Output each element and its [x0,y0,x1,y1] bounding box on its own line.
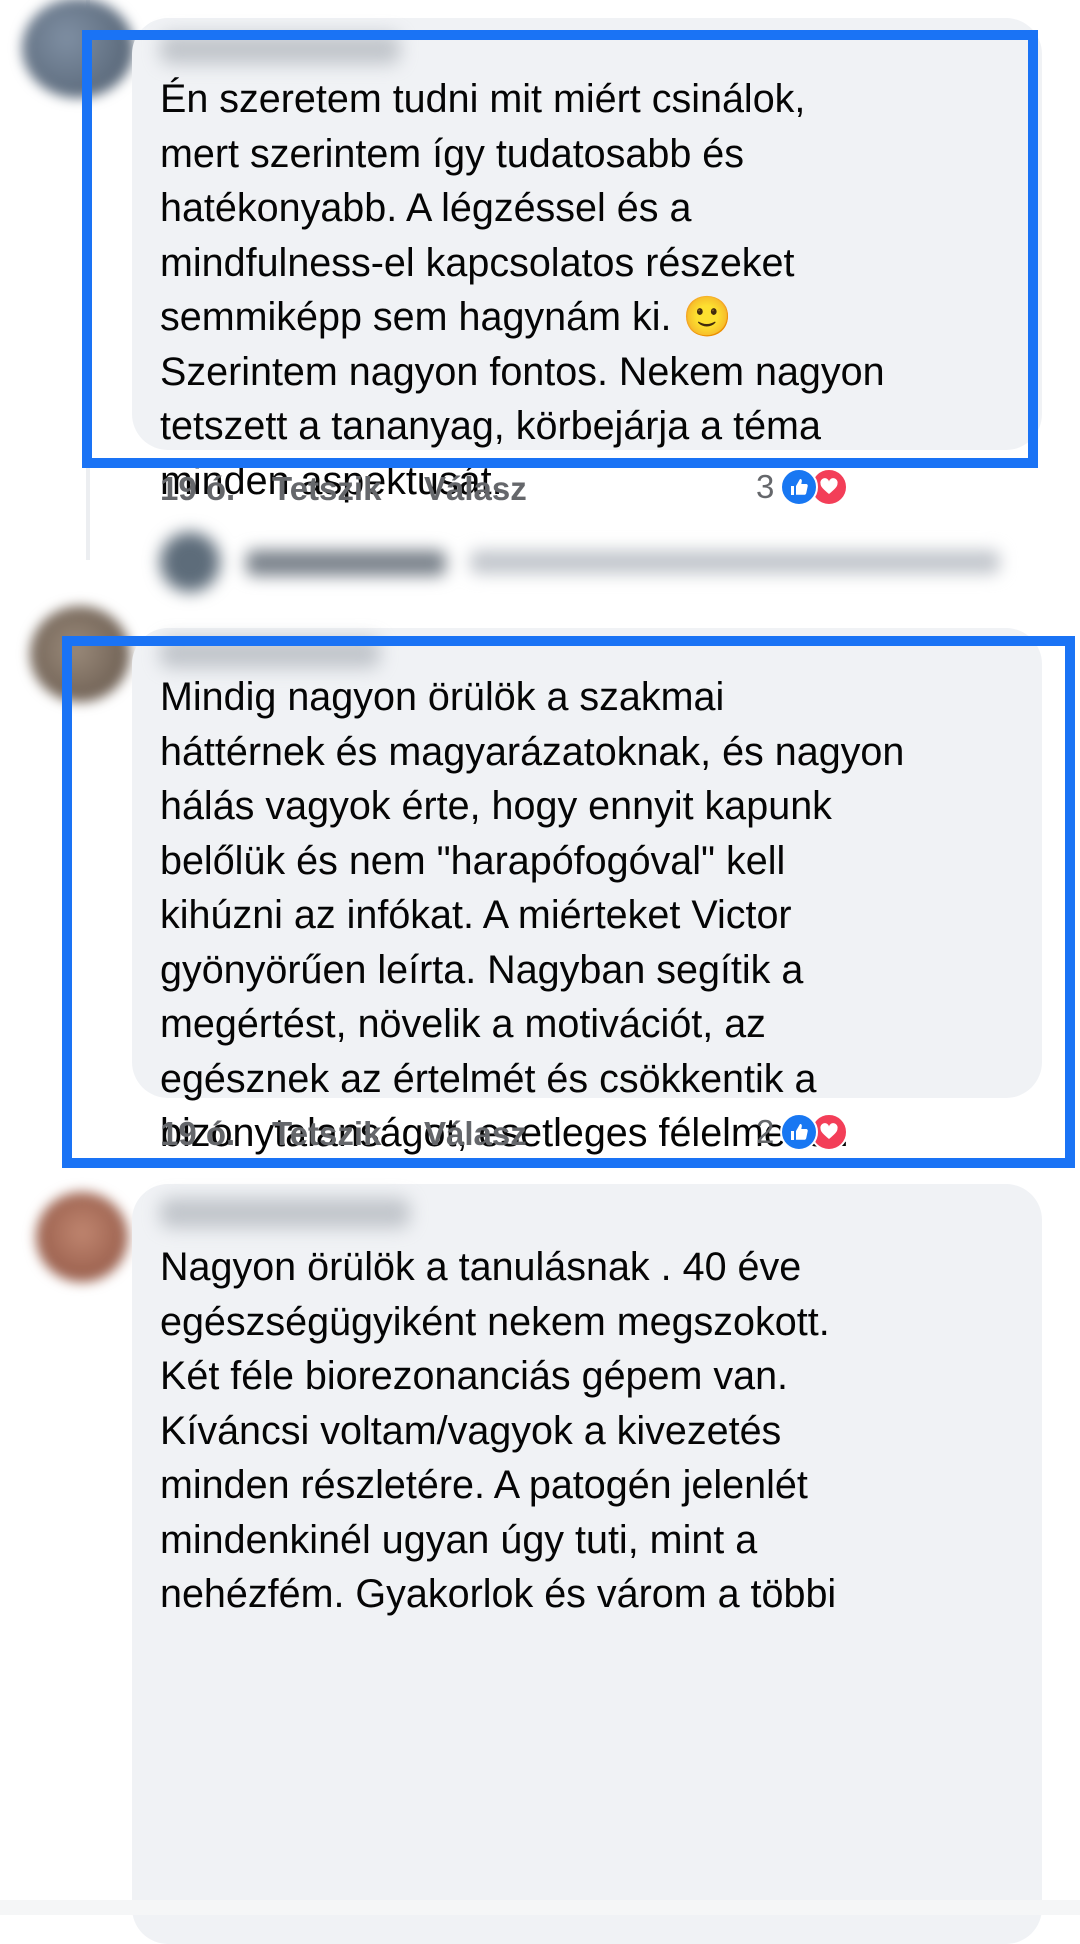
collapsed-reply[interactable] [160,520,1020,600]
comment-author[interactable] [160,638,380,668]
comment-actions: 19 ó. Tetszik Válasz [0,468,1080,508]
comment-author[interactable] [160,34,400,64]
reaction-count: 3 [756,468,775,505]
reply-author [246,550,446,576]
reply-button[interactable]: Válasz [424,1115,527,1153]
avatar[interactable] [36,1192,128,1282]
like-icon [780,1113,819,1151]
avatar[interactable] [30,606,130,702]
comment-text: Mindig nagyon örülök a szakmai háttérnek… [160,675,905,1155]
like-button[interactable]: Tetszik [272,470,381,508]
reply-button[interactable]: Válasz [424,470,527,508]
comment-text: Én szeretem tudni mit miért csinálok, me… [160,77,885,503]
comment-text: Nagyon örülök a tanulásnak . 40 éve egés… [160,1245,837,1616]
comment-actions: 19 ó. Tetszik Válasz [0,1113,1080,1153]
reaction-count: 2 [756,1113,775,1150]
like-icon [780,468,819,506]
reaction-summary[interactable]: 2 [756,1112,849,1152]
comment-time[interactable]: 19 ó. [160,470,235,508]
bottom-edge [0,1900,1080,1915]
reply-avatar [160,532,220,592]
avatar[interactable] [22,0,134,98]
like-button[interactable]: Tetszik [272,1115,381,1153]
comment-time[interactable]: 19 ó. [160,1115,235,1153]
reply-preview [470,550,1000,574]
reaction-summary[interactable]: 3 [756,467,849,507]
comment-author[interactable] [160,1198,410,1228]
